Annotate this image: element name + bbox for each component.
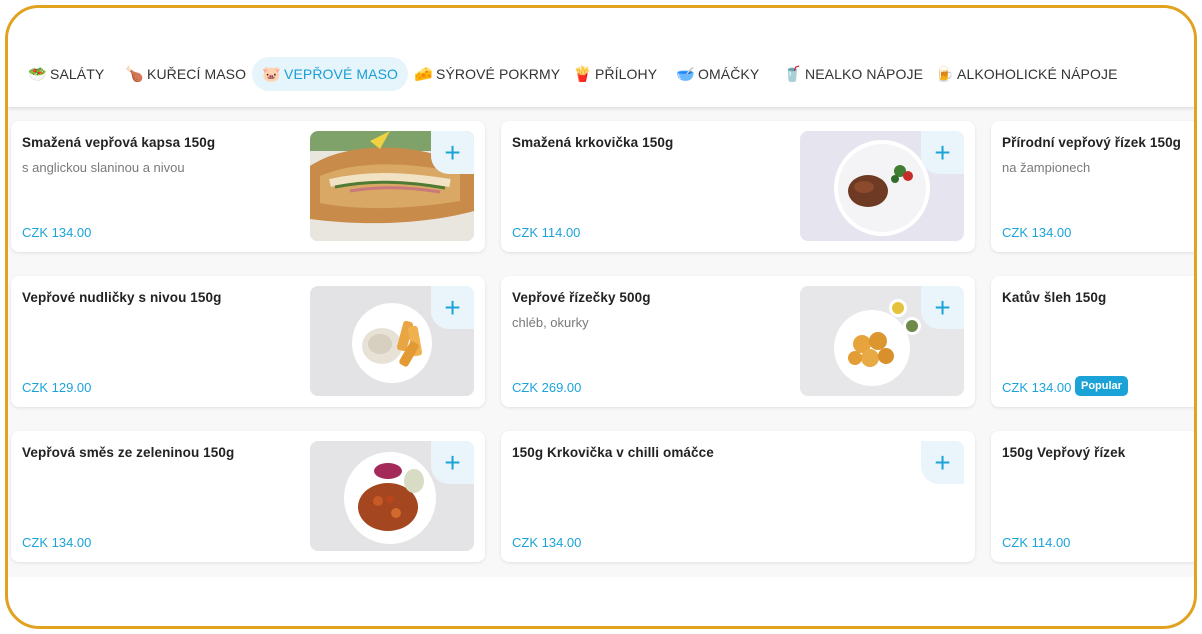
product-description: chléb, okurky [512, 315, 589, 330]
cheese-icon: 🧀 [414, 65, 433, 83]
salad-icon: 🥗 [28, 65, 47, 83]
add-to-cart-button[interactable]: + [431, 131, 474, 174]
tab-label: KUŘECÍ MASO [147, 66, 247, 82]
product-name: Katův šleh 150g [1002, 290, 1107, 305]
add-to-cart-button[interactable]: + [431, 286, 474, 329]
product-name: 150g Vepřový řízek [1002, 445, 1126, 460]
soft-drink-icon: 🥤 [783, 65, 802, 83]
tab-veprove-maso[interactable]: 🐷 VEPŘOVÉ MASO [252, 57, 409, 91]
product-name: Vepřová směs ze zeleninou 150g [22, 445, 235, 460]
product-card[interactable]: Přírodní vepřový řízek 150g na žampionec… [991, 121, 1194, 252]
product-name: Smažená krkovička 150g [512, 135, 674, 150]
product-name: Vepřové řízečky 500g [512, 290, 651, 305]
product-price: CZK 134.00 [22, 535, 92, 550]
tab-kureci-maso[interactable]: 🍗 KUŘECÍ MASO [115, 57, 256, 91]
beer-icon: 🍺 [935, 65, 954, 83]
tab-label: VEPŘOVÉ MASO [284, 66, 399, 82]
product-name: Vepřové nudličky s nivou 150g [22, 290, 222, 305]
product-card[interactable]: 150g Krkovička v chilli omáčce CZK 134.0… [501, 431, 975, 562]
product-name: Přírodní vepřový řízek 150g [1002, 135, 1182, 150]
product-price: CZK 134.00 [22, 225, 92, 240]
product-card[interactable]: Vepřové řízečky 500g chléb, okurky CZK 2… [501, 276, 975, 407]
add-to-cart-button[interactable]: + [921, 441, 964, 484]
product-price: CZK 269.00 [512, 380, 582, 395]
product-card[interactable]: Vepřové nudličky s nivou 150g CZK 129.00… [11, 276, 485, 407]
tab-alkoholicke-napoje[interactable]: 🍺 ALKOHOLICKÉ NÁPOJE [925, 57, 1128, 91]
product-grid: Smažená vepřová kapsa 150g s anglickou s… [8, 107, 1194, 577]
tab-label: OMÁČKY [698, 66, 760, 82]
app-frame: 🥗 SALÁTY 🍗 KUŘECÍ MASO 🐷 VEPŘOVÉ MASO 🧀 … [5, 5, 1197, 629]
add-to-cart-button[interactable]: + [921, 286, 964, 329]
product-description: na žampionech [1002, 160, 1091, 175]
product-name: 150g Krkovička v chilli omáčce [512, 445, 714, 460]
tab-label: PŘÍLOHY [595, 66, 658, 82]
product-price: CZK 129.00 [22, 380, 92, 395]
product-card[interactable]: Smažená vepřová kapsa 150g s anglickou s… [11, 121, 485, 252]
add-to-cart-button[interactable]: + [431, 441, 474, 484]
tab-nealko-napoje[interactable]: 🥤 NEALKO NÁPOJE [773, 57, 933, 91]
chicken-leg-icon: 🍗 [125, 65, 144, 83]
product-card[interactable]: Katův šleh 150g CZK 134.00 Popular [991, 276, 1194, 407]
tab-omacky[interactable]: 🥣 OMÁČKY [666, 57, 769, 91]
tab-prilohy[interactable]: 🍟 PŘÍLOHY [563, 57, 667, 91]
product-description: s anglickou slaninou a nivou [22, 160, 185, 175]
pig-icon: 🐷 [262, 65, 281, 83]
product-price: CZK 134.00 [512, 535, 582, 550]
product-card[interactable]: 150g Vepřový řízek CZK 114.00 [991, 431, 1194, 562]
tab-salaty[interactable]: 🥗 SALÁTY [18, 57, 114, 91]
product-price: CZK 114.00 [512, 225, 581, 240]
tab-syrove-pokrmy[interactable]: 🧀 SÝROVÉ POKRMY [404, 57, 570, 91]
tab-label: SALÁTY [50, 66, 105, 82]
fries-icon: 🍟 [573, 65, 592, 83]
popular-badge: Popular [1075, 376, 1128, 396]
product-card[interactable]: Smažená krkovička 150g CZK 114.00 + [501, 121, 975, 252]
product-name: Smažená vepřová kapsa 150g [22, 135, 216, 150]
product-price: CZK 134.00 [1002, 225, 1072, 240]
category-tabs: 🥗 SALÁTY 🍗 KUŘECÍ MASO 🐷 VEPŘOVÉ MASO 🧀 … [8, 8, 1194, 107]
tab-label: NEALKO NÁPOJE [805, 66, 924, 82]
product-price: CZK 134.00 [1002, 380, 1072, 395]
add-to-cart-button[interactable]: + [921, 131, 964, 174]
tab-label: SÝROVÉ POKRMY [436, 66, 561, 82]
tab-label: ALKOHOLICKÉ NÁPOJE [957, 66, 1118, 82]
bowl-icon: 🥣 [676, 65, 695, 83]
product-card[interactable]: Vepřová směs ze zeleninou 150g CZK 134.0… [11, 431, 485, 562]
product-price: CZK 114.00 [1002, 535, 1071, 550]
